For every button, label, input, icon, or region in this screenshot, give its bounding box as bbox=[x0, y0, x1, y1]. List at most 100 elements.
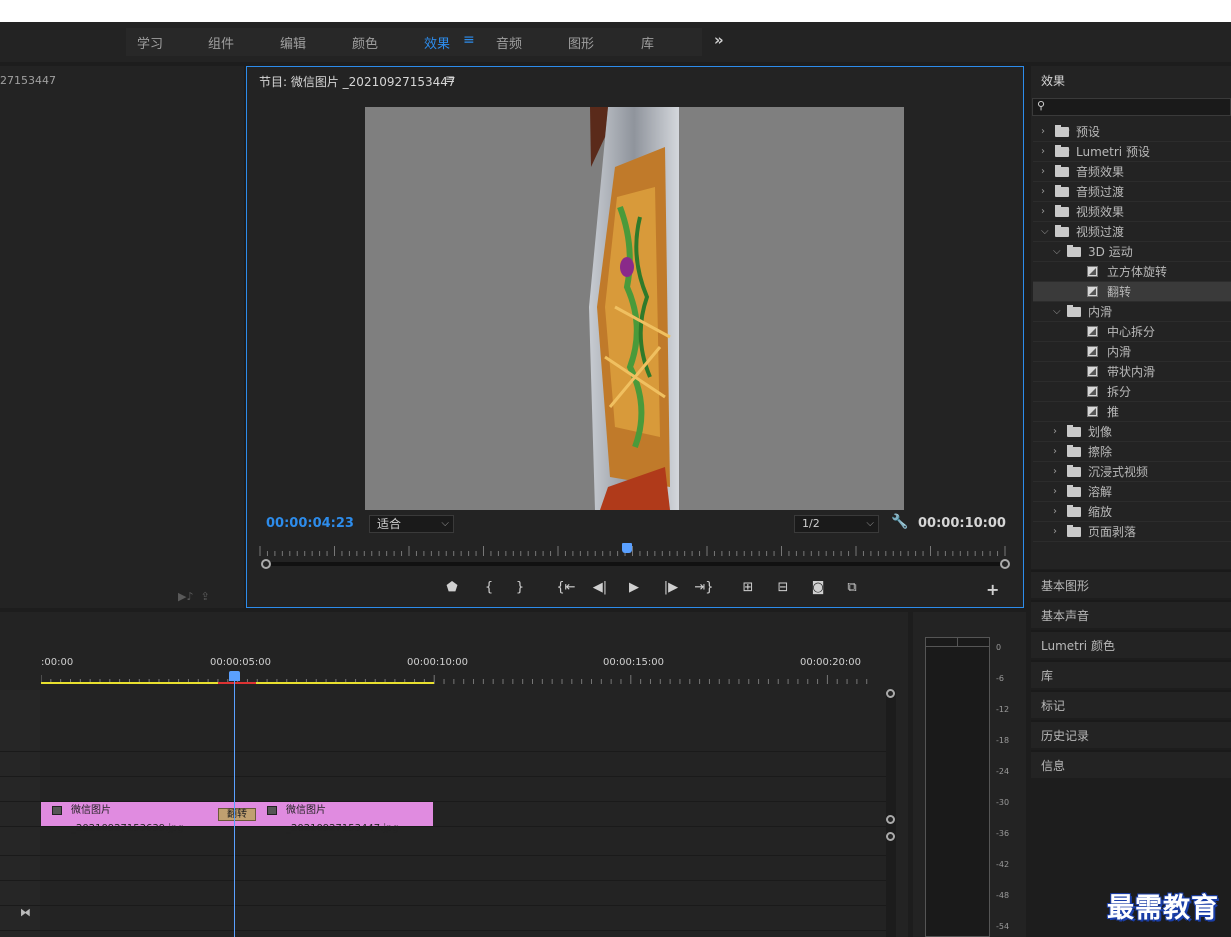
timeline-playhead[interactable] bbox=[234, 676, 235, 937]
side-panel-tab[interactable]: 库 bbox=[1031, 660, 1231, 688]
video-clip-2[interactable]: 微信图片 _20210927153447.jpg bbox=[256, 802, 433, 834]
effect-item[interactable]: 立方体旋转 bbox=[1033, 262, 1231, 282]
flip-transition[interactable]: 翻转 bbox=[218, 808, 256, 821]
chevron-right-icon[interactable]: › bbox=[1041, 162, 1045, 182]
program-scrollbar[interactable] bbox=[262, 562, 1006, 566]
effect-folder[interactable]: › ★ 预设 bbox=[1033, 122, 1231, 142]
chevron-right-icon[interactable]: › bbox=[1041, 142, 1045, 162]
current-timecode[interactable]: 00:00:04:23 bbox=[266, 516, 354, 531]
effect-item[interactable]: 内滑 bbox=[1033, 342, 1231, 362]
tree-label: 内滑 bbox=[1088, 305, 1113, 319]
video-clip-1[interactable]: 微信图片 _20210927153639.jpg bbox=[41, 802, 218, 834]
effect-folder[interactable]: › 擦除 bbox=[1033, 442, 1231, 462]
effect-folder[interactable]: › 溶解 bbox=[1033, 482, 1231, 502]
db-label: -36 bbox=[996, 829, 1010, 838]
go-to-out-icon[interactable]: ⇥} bbox=[694, 580, 714, 595]
program-ruler[interactable] bbox=[259, 544, 1009, 556]
effect-item[interactable]: 带状内滑 bbox=[1033, 362, 1231, 382]
effects-search-input[interactable] bbox=[1032, 98, 1231, 116]
effect-item[interactable]: 翻转 bbox=[1033, 282, 1231, 302]
effect-folder[interactable]: › 划像 bbox=[1033, 422, 1231, 442]
program-playhead[interactable] bbox=[621, 543, 632, 553]
clip-label: 微信图片 _20210927153447.jpg bbox=[286, 805, 399, 834]
clip-label: 微信图片 _20210927153639.jpg bbox=[71, 805, 184, 834]
tab-color[interactable]: 颜色 bbox=[352, 33, 378, 52]
effect-folder[interactable]: › 缩放 bbox=[1033, 502, 1231, 522]
side-panel-tab[interactable]: Lumetri 颜色 bbox=[1031, 630, 1231, 658]
resolution-select[interactable]: 1/2 ⌵ bbox=[794, 515, 879, 533]
double-chevron-right-icon[interactable]: » bbox=[714, 31, 724, 49]
effect-item[interactable]: 推 bbox=[1033, 402, 1231, 422]
tab-effects[interactable]: 效果 bbox=[424, 33, 450, 52]
effect-folder[interactable]: › 音频效果 bbox=[1033, 162, 1231, 182]
step-back-icon[interactable]: ◀| bbox=[590, 580, 610, 595]
wrench-track-icon[interactable]: ⧓ bbox=[20, 906, 31, 919]
scroll-handle-top[interactable] bbox=[886, 689, 895, 698]
chevron-down-icon[interactable]: ⌵ bbox=[1041, 222, 1049, 242]
scroll-handle-right[interactable] bbox=[1000, 559, 1010, 569]
tree-label: 视频过渡 bbox=[1076, 225, 1125, 239]
chevron-down-icon[interactable]: ⌵ bbox=[1053, 242, 1061, 262]
chevron-right-icon[interactable]: › bbox=[1053, 482, 1057, 502]
tab-assembly[interactable]: 组件 bbox=[208, 33, 234, 52]
effect-folder[interactable]: › 页面剥落 bbox=[1033, 522, 1231, 542]
db-label: -24 bbox=[996, 767, 1010, 776]
effect-folder[interactable]: › 沉浸式视频 bbox=[1033, 462, 1231, 482]
effect-folder[interactable]: ⌵ 3D 运动 bbox=[1033, 242, 1231, 262]
add-marker-icon[interactable]: ⬟ bbox=[442, 580, 462, 595]
effect-folder[interactable]: ⌵ 内滑 bbox=[1033, 302, 1231, 322]
play-icon[interactable]: ▶ bbox=[624, 580, 644, 595]
effect-item[interactable]: 中心拆分 bbox=[1033, 322, 1231, 342]
duration-timecode: 00:00:10:00 bbox=[918, 516, 1006, 531]
tab-editing[interactable]: 编辑 bbox=[280, 33, 306, 52]
scroll-handle-mid[interactable] bbox=[886, 815, 895, 824]
folder-icon bbox=[1067, 525, 1081, 537]
compare-view-icon[interactable]: ⧉ bbox=[842, 580, 862, 595]
tree-label: 缩放 bbox=[1088, 505, 1113, 519]
chevron-right-icon[interactable]: › bbox=[1053, 422, 1057, 442]
chevron-down-icon[interactable]: ⌵ bbox=[1053, 302, 1061, 322]
button-editor-plus-icon[interactable]: + bbox=[986, 580, 999, 599]
chevron-right-icon[interactable]: › bbox=[1053, 442, 1057, 462]
scroll-handle-bottom[interactable] bbox=[886, 832, 895, 841]
chevron-right-icon[interactable]: › bbox=[1053, 502, 1057, 522]
lift-icon[interactable]: ⊞ bbox=[738, 580, 758, 595]
extract-icon[interactable]: ⊟ bbox=[773, 580, 793, 595]
side-panel-tab[interactable]: 基本图形 bbox=[1031, 570, 1231, 598]
camera-icon[interactable]: ◙ bbox=[808, 580, 828, 595]
folder-icon: ★ bbox=[1055, 145, 1070, 157]
chevron-right-icon[interactable]: › bbox=[1053, 462, 1057, 482]
tab-libraries[interactable]: 库 bbox=[641, 33, 654, 52]
side-panel-tab[interactable]: 历史记录 bbox=[1031, 720, 1231, 748]
tab-graphics[interactable]: 图形 bbox=[568, 33, 594, 52]
settings-wrench-icon[interactable]: 🔧 bbox=[891, 514, 908, 530]
scroll-handle-left[interactable] bbox=[261, 559, 271, 569]
chevron-right-icon[interactable]: › bbox=[1041, 182, 1045, 202]
chevron-right-icon[interactable]: › bbox=[1041, 122, 1045, 142]
side-panel-tab[interactable]: 标记 bbox=[1031, 690, 1231, 718]
effect-folder[interactable]: › 视频效果 bbox=[1033, 202, 1231, 222]
step-forward-icon[interactable]: |▶ bbox=[661, 580, 681, 595]
track-divider bbox=[0, 930, 886, 931]
timeline-vertical-scrollbar[interactable] bbox=[886, 690, 896, 937]
export-frame-icon[interactable]: ▶♪ ⇪ bbox=[178, 590, 210, 603]
side-panel-tab[interactable]: 信息 bbox=[1031, 750, 1231, 778]
effect-item[interactable]: 拆分 bbox=[1033, 382, 1231, 402]
effect-folder[interactable]: › ★ Lumetri 预设 bbox=[1033, 142, 1231, 162]
hamburger-icon[interactable]: ≡ bbox=[463, 32, 475, 48]
effect-folder[interactable]: ⌵ 视频过渡 bbox=[1033, 222, 1231, 242]
effect-folder[interactable]: › 音频过渡 bbox=[1033, 182, 1231, 202]
chevron-right-icon[interactable]: › bbox=[1053, 522, 1057, 542]
side-panel-tab[interactable]: 基本声音 bbox=[1031, 600, 1231, 628]
go-to-in-icon[interactable]: {⇤ bbox=[556, 580, 576, 595]
panel-menu-icon[interactable]: ≡ bbox=[445, 72, 455, 86]
zoom-select[interactable]: 适合 ⌵ bbox=[369, 515, 454, 533]
chevron-right-icon[interactable]: › bbox=[1041, 202, 1045, 222]
tab-audio[interactable]: 音频 bbox=[496, 33, 522, 52]
video-frame[interactable] bbox=[365, 107, 904, 510]
db-label: -30 bbox=[996, 798, 1010, 807]
mark-out-icon[interactable]: } bbox=[510, 580, 530, 595]
mark-in-icon[interactable]: { bbox=[479, 580, 499, 595]
tab-learn[interactable]: 学习 bbox=[137, 33, 163, 52]
transition-icon bbox=[1087, 346, 1098, 357]
